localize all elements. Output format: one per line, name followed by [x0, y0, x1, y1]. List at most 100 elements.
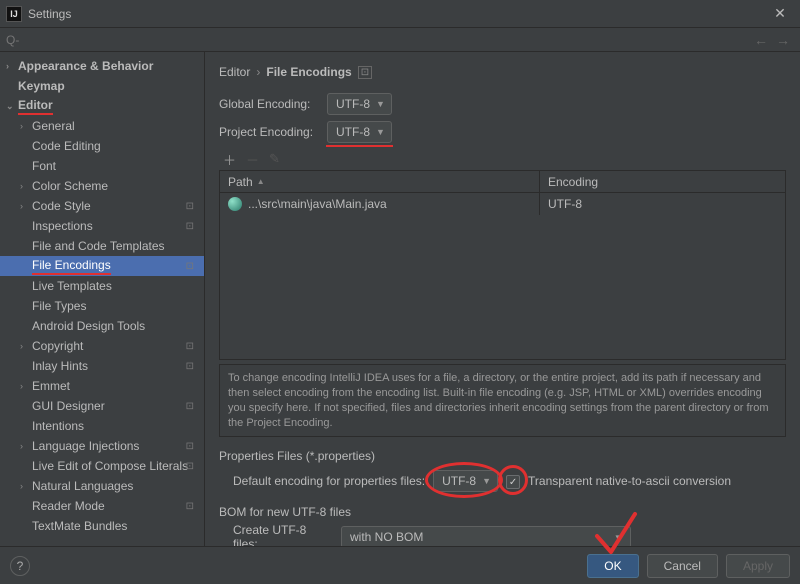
- file-icon: [228, 197, 242, 211]
- sidebar-item-file-and-code-templates[interactable]: File and Code Templates: [0, 236, 204, 256]
- global-encoding-combo[interactable]: UTF-8 ▼: [327, 93, 392, 115]
- tree-arrow-icon: ›: [20, 481, 32, 491]
- scope-badge-icon: ⊡: [186, 401, 194, 412]
- cancel-button[interactable]: Cancel: [647, 554, 718, 578]
- sidebar-item-label: Code Style: [32, 199, 91, 213]
- bom-section-title: BOM for new UTF-8 files: [219, 505, 786, 519]
- scope-badge-icon: ⊡: [186, 341, 194, 352]
- sidebar-item-file-types[interactable]: File Types: [0, 296, 204, 316]
- tree-arrow-icon: ›: [20, 441, 32, 451]
- sidebar-item-label: Live Templates: [32, 279, 112, 293]
- chevron-right-icon: ›: [256, 65, 260, 79]
- tree-arrow-icon: ›: [20, 121, 32, 131]
- dialog-footer: ? OK Cancel Apply: [0, 546, 800, 584]
- breadcrumb-parent[interactable]: Editor: [219, 65, 250, 79]
- titlebar: IJ Settings ✕: [0, 0, 800, 28]
- close-icon[interactable]: ✕: [766, 5, 794, 22]
- tree-arrow-icon: ⌄: [6, 101, 18, 112]
- sidebar-item-gui-designer[interactable]: GUI Designer ⊡: [0, 396, 204, 416]
- sidebar-item-file-encodings[interactable]: File Encodings⊡: [0, 256, 204, 276]
- sidebar-item-label: Reader Mode: [32, 499, 105, 513]
- sidebar-item-label: File and Code Templates: [32, 239, 165, 253]
- window-title: Settings: [28, 7, 766, 21]
- table-header: Path ▲ Encoding: [220, 171, 785, 193]
- bom-create-combo[interactable]: with NO BOM ▾: [341, 526, 631, 546]
- sidebar-item-inlay-hints[interactable]: Inlay Hints⊡: [0, 356, 204, 376]
- props-encoding-combo[interactable]: UTF-8 ▼: [433, 470, 498, 492]
- sidebar-item-keymap[interactable]: Keymap: [0, 76, 204, 96]
- sidebar-item-label: GUI Designer: [32, 399, 105, 413]
- nav-forward-icon[interactable]: →: [776, 32, 790, 48]
- global-encoding-label: Global Encoding:: [219, 97, 319, 111]
- remove-icon: －: [246, 150, 259, 169]
- bom-create-label: Create UTF-8 files:: [233, 523, 333, 546]
- sidebar-item-textmate-bundles[interactable]: TextMate Bundles: [0, 516, 204, 536]
- table-row[interactable]: ...\src\main\java\Main.java UTF-8: [220, 193, 785, 215]
- sidebar-item-intentions[interactable]: Intentions: [0, 416, 204, 436]
- breadcrumb-current: File Encodings: [266, 65, 351, 79]
- sidebar-item-label: Appearance & Behavior: [18, 59, 153, 73]
- content-panel: Editor › File Encodings ⊡ Global Encodin…: [205, 52, 800, 546]
- sidebar-item-code-editing[interactable]: Code Editing: [0, 136, 204, 156]
- sidebar-item-live-templates[interactable]: Live Templates: [0, 276, 204, 296]
- scope-badge-icon: ⊡: [186, 461, 194, 472]
- scope-badge-icon: ⊡: [186, 361, 194, 372]
- sidebar-item-label: Live Edit of Compose Literals: [32, 459, 188, 473]
- native-ascii-label[interactable]: Transparent native-to-ascii conversion: [528, 474, 731, 488]
- project-encoding-label: Project Encoding:: [219, 125, 319, 139]
- sidebar-item-copyright[interactable]: ›Copyright⊡: [0, 336, 204, 356]
- sidebar-item-font[interactable]: Font: [0, 156, 204, 176]
- sidebar-item-color-scheme[interactable]: ›Color Scheme: [0, 176, 204, 196]
- tree-arrow-icon: ›: [20, 201, 32, 211]
- help-button[interactable]: ?: [10, 556, 30, 576]
- edit-icon: ✎: [269, 151, 280, 167]
- nav-back-icon[interactable]: ←: [754, 32, 768, 48]
- sidebar-item-label: Emmet: [32, 379, 70, 393]
- encoding-table: Path ▲ Encoding ...\src\main\java\Main.j…: [219, 170, 786, 360]
- sidebar-item-editor[interactable]: ⌄Editor: [0, 96, 204, 116]
- app-icon: IJ: [6, 6, 22, 22]
- add-icon[interactable]: ＋: [223, 150, 236, 169]
- searchbar: ← →: [0, 28, 800, 52]
- project-encoding-combo[interactable]: UTF-8 ▼: [327, 121, 392, 143]
- sidebar-item-live-edit-of-compose-literals[interactable]: Live Edit of Compose Literals⊡: [0, 456, 204, 476]
- props-encoding-label: Default encoding for properties files:: [233, 474, 425, 488]
- sidebar-item-appearance-behavior[interactable]: ›Appearance & Behavior: [0, 56, 204, 76]
- sidebar-item-label: Intentions: [32, 419, 84, 433]
- sidebar-item-label: Copyright: [32, 339, 83, 353]
- sidebar-item-label: Code Editing: [32, 139, 101, 153]
- props-section-title: Properties Files (*.properties): [219, 449, 786, 463]
- sidebar-item-general[interactable]: ›General: [0, 116, 204, 136]
- help-text: To change encoding IntelliJ IDEA uses fo…: [219, 364, 786, 437]
- sidebar-item-reader-mode[interactable]: Reader Mode ⊡: [0, 496, 204, 516]
- sidebar-item-inspections[interactable]: Inspections ⊡: [0, 216, 204, 236]
- sidebar-item-label: Android Design Tools: [32, 319, 145, 333]
- sidebar-item-label: Inspections: [32, 219, 93, 233]
- scope-badge-icon: ⊡: [186, 221, 194, 232]
- col-path[interactable]: Path ▲: [220, 171, 540, 192]
- sidebar-item-language-injections[interactable]: ›Language Injections⊡: [0, 436, 204, 456]
- sidebar-item-label: File Types: [32, 299, 86, 313]
- col-encoding[interactable]: Encoding: [540, 171, 785, 192]
- sidebar-item-android-design-tools[interactable]: Android Design Tools: [0, 316, 204, 336]
- ok-button[interactable]: OK: [587, 554, 638, 578]
- sidebar-item-code-style[interactable]: ›Code Style ⊡: [0, 196, 204, 216]
- scope-badge-icon: ⊡: [186, 201, 194, 212]
- chevron-down-icon: ▼: [482, 476, 491, 486]
- chevron-down-icon: ▾: [615, 532, 620, 543]
- sidebar-item-emmet[interactable]: ›Emmet: [0, 376, 204, 396]
- sidebar-item-label: File Encodings: [32, 258, 111, 275]
- sidebar-item-label: Editor: [18, 98, 53, 115]
- tree-arrow-icon: ›: [20, 181, 32, 191]
- breadcrumb: Editor › File Encodings ⊡: [219, 62, 786, 82]
- scope-badge-icon: ⊡: [186, 501, 194, 512]
- sidebar-item-label: Color Scheme: [32, 179, 108, 193]
- tree-arrow-icon: ›: [6, 61, 18, 71]
- sidebar-item-natural-languages[interactable]: ›Natural Languages: [0, 476, 204, 496]
- native-ascii-checkbox[interactable]: ✓: [506, 475, 520, 489]
- tree-arrow-icon: ›: [20, 381, 32, 391]
- sort-asc-icon: ▲: [257, 177, 265, 186]
- file-path: ...\src\main\java\Main.java: [248, 197, 387, 211]
- file-encoding: UTF-8: [540, 193, 785, 215]
- search-input[interactable]: [6, 33, 794, 47]
